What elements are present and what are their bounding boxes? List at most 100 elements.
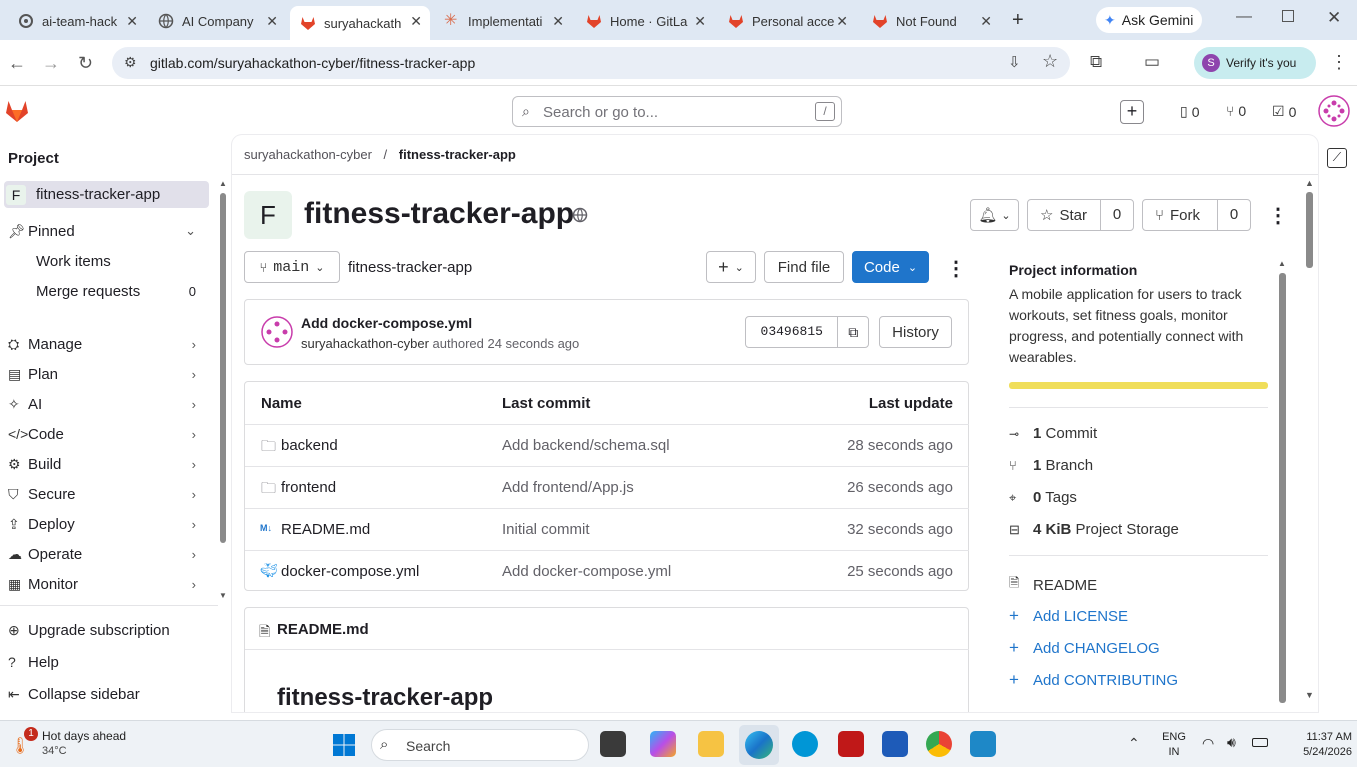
page-scrollbar[interactable]: ▲ ▼ xyxy=(1304,178,1316,708)
forward-arrow-icon[interactable]: → xyxy=(42,53,60,74)
fork-button[interactable]: ⑂ Fork 0 xyxy=(1142,199,1251,231)
site-settings-icon[interactable]: ⚙ xyxy=(124,54,137,71)
commit-sha-box[interactable]: 03496815 ⧉ xyxy=(745,316,869,348)
project-actions-kebab-icon[interactable]: ⋮ xyxy=(1268,203,1288,228)
wifi-icon[interactable]: ◠ xyxy=(1202,735,1214,752)
reload-icon[interactable]: ↻ xyxy=(78,53,93,74)
scrollbar-thumb[interactable] xyxy=(1279,273,1286,703)
notifications-dropdown[interactable]: 🔔︎ ⌄ xyxy=(970,199,1019,231)
close-window-icon[interactable]: ✕ xyxy=(1327,8,1341,28)
scroll-up-arrow-icon[interactable]: ▲ xyxy=(1278,259,1286,268)
close-tab-icon[interactable]: ✕ xyxy=(266,13,278,30)
sidebar-item-secure[interactable]: ⛉ Secure › xyxy=(0,480,208,508)
table-row[interactable]: 🐳︎ docker-compose.yml Add docker-compose… xyxy=(245,550,969,592)
user-avatar[interactable] xyxy=(1318,95,1350,127)
commits-stat-link[interactable]: ⊸ 1 Commit xyxy=(1009,425,1097,442)
add-file-dropdown[interactable]: + ⌄ xyxy=(706,251,756,283)
minimize-window-icon[interactable]: — xyxy=(1236,8,1252,26)
info-panel-scrollbar[interactable]: ▲ xyxy=(1278,259,1288,709)
scroll-down-arrow-icon[interactable]: ▼ xyxy=(219,591,227,600)
star-button[interactable]: ☆ Star 0 xyxy=(1027,199,1134,231)
new-tab-plus-icon[interactable]: + xyxy=(1012,9,1024,32)
clock[interactable]: 11:37 AM 5/24/2026 xyxy=(1280,730,1352,760)
sidebar-item-merge-requests[interactable]: Merge requests 0 xyxy=(0,277,208,305)
sidebar-item-ai[interactable]: ✧ AI › xyxy=(0,390,208,418)
battery-icon[interactable] xyxy=(1252,738,1268,747)
verify-profile-button[interactable]: S Verify it's you xyxy=(1194,47,1316,79)
file-name-link[interactable]: docker-compose.yml xyxy=(281,563,419,580)
back-arrow-icon[interactable]: ← xyxy=(8,53,26,74)
install-app-icon[interactable]: ⇩ xyxy=(1008,53,1021,71)
scroll-up-arrow-icon[interactable]: ▲ xyxy=(219,179,227,188)
branches-stat-link[interactable]: ⑂ 1 Branch xyxy=(1009,457,1093,474)
tab-search-icon[interactable]: ▭ xyxy=(1144,52,1160,72)
chevron-up-icon[interactable]: ⌃ xyxy=(1128,735,1140,752)
repo-actions-kebab-icon[interactable]: ⋮ xyxy=(946,256,966,281)
close-tab-icon[interactable]: ✕ xyxy=(410,13,422,30)
table-row[interactable]: 🗀︎ frontend Add frontend/App.js 26 secon… xyxy=(245,466,969,508)
browser-tab[interactable]: ai-team-hack ✕ xyxy=(8,6,146,36)
commit-link[interactable]: Initial commit xyxy=(502,521,590,538)
commit-message-link[interactable]: Add docker-compose.yml xyxy=(301,315,472,331)
merge-requests-count-button[interactable]: ⑂ 0 xyxy=(1226,103,1246,119)
upgrade-subscription-link[interactable]: ⊕ Upgrade subscription xyxy=(0,616,208,644)
sidebar-item-monitor[interactable]: ▦ Monitor › xyxy=(0,570,208,598)
commit-link[interactable]: Add backend/schema.sql xyxy=(502,437,670,454)
sidebar-item-operate[interactable]: ☁ Operate › xyxy=(0,540,208,568)
scroll-up-arrow-icon[interactable]: ▲ xyxy=(1305,178,1314,188)
issues-count-button[interactable]: ▯ 0 xyxy=(1180,103,1200,120)
file-name-link[interactable]: README.md xyxy=(281,521,370,538)
close-tab-icon[interactable]: ✕ xyxy=(980,13,992,30)
close-tab-icon[interactable]: ✕ xyxy=(552,13,564,30)
bookmark-star-icon[interactable]: ☆ xyxy=(1042,51,1058,72)
mcafee-icon[interactable] xyxy=(838,731,864,757)
table-row[interactable]: M↓ README.md Initial commit 32 seconds a… xyxy=(245,508,969,550)
commit-link[interactable]: Add frontend/App.js xyxy=(502,479,634,496)
search-input[interactable]: ⌕ Search or go to... / xyxy=(512,96,842,127)
task-view-icon[interactable] xyxy=(600,731,626,757)
browser-tab[interactable]: ✳ Implementati ✕ xyxy=(434,6,572,36)
sidebar-scrollbar[interactable]: ▲ ▼ xyxy=(218,179,228,600)
tags-stat-link[interactable]: ⌖ 0 Tags xyxy=(1009,489,1077,506)
sidebar-item-manage[interactable]: ⛭ Manage › xyxy=(0,330,208,358)
sidebar-item-deploy[interactable]: ⇪ Deploy › xyxy=(0,510,208,538)
create-new-button[interactable]: + xyxy=(1120,100,1144,124)
sidebar-item-work-items[interactable]: Work items xyxy=(0,247,208,275)
address-bar[interactable]: ⚙ gitlab.com/suryahackathon-cyber/fitnes… xyxy=(112,47,1070,79)
weather-widget[interactable]: 🌡︎ 1 Hot days ahead 34°C xyxy=(8,726,158,762)
scroll-down-arrow-icon[interactable]: ▼ xyxy=(1305,690,1314,700)
chrome-icon[interactable] xyxy=(926,731,952,757)
copilot-icon[interactable] xyxy=(650,731,676,757)
sidebar-item-plan[interactable]: ▤ Plan › xyxy=(0,360,208,388)
restore-window-icon[interactable] xyxy=(1282,10,1294,22)
volume-icon[interactable]: 🔊︎ xyxy=(1227,734,1236,751)
file-name-link[interactable]: backend xyxy=(281,437,338,454)
add-license-link[interactable]: + Add LICENSE xyxy=(1009,606,1128,626)
commit-author-link[interactable]: suryahackathon-cyber xyxy=(301,336,429,351)
sidebar-item-project[interactable]: F fitness-tracker-app xyxy=(4,181,209,208)
readme-filename[interactable]: README.md xyxy=(277,621,369,638)
language-indicator[interactable]: ENG IN xyxy=(1160,730,1188,760)
browser-tab[interactable]: Home · GitLa ✕ xyxy=(576,6,714,36)
browser-tab[interactable]: Personal acce ✕ xyxy=(718,6,856,36)
readme-link[interactable]: 🗎 README xyxy=(1009,574,1097,596)
edge-browser-icon-active[interactable] xyxy=(739,725,779,765)
author-avatar[interactable] xyxy=(261,316,293,348)
help-link[interactable]: ? Help xyxy=(0,648,208,676)
windows-start-icon[interactable] xyxy=(332,733,356,757)
branch-selector[interactable]: ⑂ main ⌄ xyxy=(244,251,340,283)
breadcrumb-group-link[interactable]: suryahackathon-cyber xyxy=(244,147,372,162)
close-tab-icon[interactable]: ✕ xyxy=(836,13,848,30)
breadcrumb-project-link[interactable]: fitness-tracker-app xyxy=(399,147,516,162)
panel-toggle-icon[interactable]: ⟋ xyxy=(1327,148,1347,168)
add-changelog-link[interactable]: + Add CHANGELOG xyxy=(1009,638,1160,658)
close-tab-icon[interactable]: ✕ xyxy=(126,13,138,30)
code-dropdown-button[interactable]: Code ⌄ xyxy=(852,251,929,283)
table-row[interactable]: 🗀︎ backend Add backend/schema.sql 28 sec… xyxy=(245,424,969,466)
sidebar-item-code[interactable]: </> Code › xyxy=(0,420,208,448)
add-contributing-link[interactable]: + Add CONTRIBUTING xyxy=(1009,670,1178,690)
sidebar-item-pinned[interactable]: 📌︎ Pinned ⌄ xyxy=(0,217,208,245)
todos-count-button[interactable]: ☑ 0 xyxy=(1272,103,1296,120)
taskbar-search-box[interactable]: ⌕ Search xyxy=(371,729,589,761)
hp-icon[interactable] xyxy=(792,731,818,757)
